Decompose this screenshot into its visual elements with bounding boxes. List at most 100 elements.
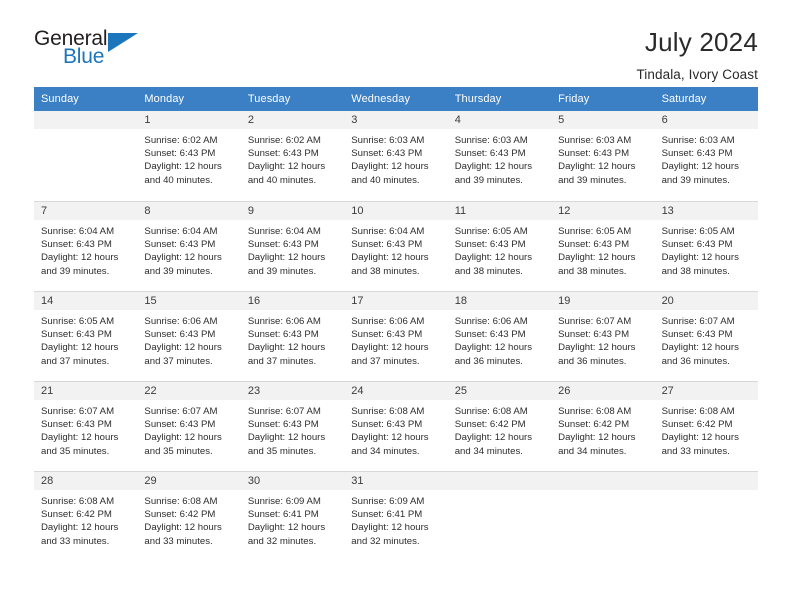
day-cell[interactable]: 22 Sunrise: 6:07 AM Sunset: 6:43 PM Dayl… <box>137 381 241 470</box>
day-cell[interactable]: 31 Sunrise: 6:09 AM Sunset: 6:41 PM Dayl… <box>344 471 448 560</box>
daylight-line2: and 33 minutes. <box>144 535 213 547</box>
daylight-line1: Daylight: 12 hours <box>41 432 119 444</box>
sunrise-text: Sunrise: 6:06 AM <box>144 316 218 327</box>
sunset-text: Sunset: 6:43 PM <box>661 329 733 341</box>
week-row: 14 Sunrise: 6:05 AM Sunset: 6:43 PM Dayl… <box>34 290 758 380</box>
day-number: 11 <box>447 202 552 220</box>
day-cell[interactable]: 7 Sunrise: 6:04 AM Sunset: 6:43 PM Dayli… <box>34 201 138 290</box>
daylight-line1: Daylight: 12 hours <box>247 522 326 534</box>
sunrise-text: Sunrise: 6:07 AM <box>661 316 735 327</box>
daylight-line1: Daylight: 12 hours <box>247 252 326 264</box>
day-cell[interactable]: 11 Sunrise: 6:05 AM Sunset: 6:43 PM Dayl… <box>447 201 552 290</box>
day-details: Sunrise: 6:08 AM Sunset: 6:42 PM Dayligh… <box>448 400 551 458</box>
day-cell[interactable]: 16 Sunrise: 6:06 AM Sunset: 6:43 PM Dayl… <box>240 291 345 380</box>
day-details: Sunrise: 6:09 AM Sunset: 6:41 PM Dayligh… <box>241 490 344 548</box>
day-cell[interactable]: 9 Sunrise: 6:04 AM Sunset: 6:43 PM Dayli… <box>240 201 345 290</box>
day-details: Sunrise: 6:02 AM Sunset: 6:43 PM Dayligh… <box>137 129 240 187</box>
daylight-line1: Daylight: 12 hours <box>41 522 119 534</box>
day-details: Sunrise: 6:07 AM Sunset: 6:43 PM Dayligh… <box>137 400 240 458</box>
daylight-line2: and 34 minutes. <box>454 445 523 457</box>
day-cell <box>34 111 138 200</box>
sunrise-text: Sunrise: 6:07 AM <box>41 406 115 417</box>
sunset-text: Sunset: 6:43 PM <box>351 239 423 251</box>
day-cell[interactable]: 26 Sunrise: 6:08 AM Sunset: 6:42 PM Dayl… <box>551 381 655 470</box>
day-cell[interactable]: 15 Sunrise: 6:06 AM Sunset: 6:43 PM Dayl… <box>137 291 241 380</box>
daylight-line2: and 35 minutes. <box>247 445 317 457</box>
day-cell[interactable]: 4 Sunrise: 6:03 AM Sunset: 6:43 PM Dayli… <box>447 111 552 200</box>
sunrise-text: Sunrise: 6:09 AM <box>351 496 425 507</box>
sunset-text: Sunset: 6:43 PM <box>41 419 112 431</box>
sunset-text: Sunset: 6:43 PM <box>558 239 630 251</box>
day-number: 3 <box>344 111 448 129</box>
daylight-line2: and 40 minutes. <box>144 174 213 186</box>
day-number: 21 <box>34 382 138 400</box>
sunset-text: Sunset: 6:43 PM <box>247 239 319 251</box>
daylight-line2: and 37 minutes. <box>41 355 110 367</box>
sunset-text: Sunset: 6:41 PM <box>351 509 423 521</box>
sunset-text: Sunset: 6:42 PM <box>558 419 630 431</box>
day-details: Sunrise: 6:07 AM Sunset: 6:43 PM Dayligh… <box>655 310 758 368</box>
sunset-text: Sunset: 6:43 PM <box>247 148 319 160</box>
day-cell[interactable]: 14 Sunrise: 6:05 AM Sunset: 6:43 PM Dayl… <box>34 291 138 380</box>
day-details <box>447 490 552 495</box>
day-details: Sunrise: 6:04 AM Sunset: 6:43 PM Dayligh… <box>137 220 240 278</box>
day-number: 24 <box>344 382 448 400</box>
day-number: 25 <box>447 382 552 400</box>
day-cell[interactable]: 21 Sunrise: 6:07 AM Sunset: 6:43 PM Dayl… <box>34 381 138 470</box>
weekday-sunday: Sunday <box>41 93 79 105</box>
day-cell[interactable]: 17 Sunrise: 6:06 AM Sunset: 6:43 PM Dayl… <box>344 291 448 380</box>
day-cell[interactable]: 3 Sunrise: 6:03 AM Sunset: 6:43 PM Dayli… <box>344 111 448 200</box>
day-cell[interactable]: 29 Sunrise: 6:08 AM Sunset: 6:42 PM Dayl… <box>137 471 241 560</box>
day-cell[interactable]: 6 Sunrise: 6:03 AM Sunset: 6:43 PM Dayli… <box>654 111 758 200</box>
title-block: July 2024 Tindala, Ivory Coast <box>636 28 758 82</box>
day-cell[interactable]: 18 Sunrise: 6:06 AM Sunset: 6:43 PM Dayl… <box>447 291 552 380</box>
general-blue-logo[interactable]: General Blue <box>34 28 154 76</box>
sunset-text: Sunset: 6:43 PM <box>454 239 526 251</box>
daylight-line1: Daylight: 12 hours <box>144 522 222 534</box>
day-details: Sunrise: 6:08 AM Sunset: 6:42 PM Dayligh… <box>655 400 758 458</box>
day-details: Sunrise: 6:08 AM Sunset: 6:42 PM Dayligh… <box>551 400 654 458</box>
triangle-icon <box>108 33 138 52</box>
sunset-text: Sunset: 6:43 PM <box>454 329 526 341</box>
day-cell[interactable]: 19 Sunrise: 6:07 AM Sunset: 6:43 PM Dayl… <box>551 291 655 380</box>
day-number: 26 <box>551 382 655 400</box>
sunset-text: Sunset: 6:43 PM <box>661 148 733 160</box>
day-cell[interactable]: 1 Sunrise: 6:02 AM Sunset: 6:43 PM Dayli… <box>137 111 241 200</box>
sunset-text: Sunset: 6:43 PM <box>41 329 112 341</box>
day-number: 14 <box>34 292 138 310</box>
day-cell[interactable]: 30 Sunrise: 6:09 AM Sunset: 6:41 PM Dayl… <box>240 471 345 560</box>
daylight-line2: and 32 minutes. <box>351 535 420 547</box>
daylight-line2: and 37 minutes. <box>144 355 213 367</box>
day-details: Sunrise: 6:09 AM Sunset: 6:41 PM Dayligh… <box>344 490 447 548</box>
sunset-text: Sunset: 6:43 PM <box>558 329 630 341</box>
day-details: Sunrise: 6:03 AM Sunset: 6:43 PM Dayligh… <box>344 129 447 187</box>
daylight-line2: and 40 minutes. <box>247 174 317 186</box>
daylight-line1: Daylight: 12 hours <box>454 432 533 444</box>
day-cell[interactable]: 13 Sunrise: 6:05 AM Sunset: 6:43 PM Dayl… <box>654 201 758 290</box>
sunrise-text: Sunrise: 6:05 AM <box>454 226 528 237</box>
day-cell[interactable]: 10 Sunrise: 6:04 AM Sunset: 6:43 PM Dayl… <box>344 201 448 290</box>
daylight-line1: Daylight: 12 hours <box>41 252 119 264</box>
day-cell[interactable]: 2 Sunrise: 6:02 AM Sunset: 6:43 PM Dayli… <box>240 111 345 200</box>
day-cell[interactable]: 25 Sunrise: 6:08 AM Sunset: 6:42 PM Dayl… <box>447 381 552 470</box>
daylight-line2: and 37 minutes. <box>247 355 317 367</box>
day-cell[interactable]: 23 Sunrise: 6:07 AM Sunset: 6:43 PM Dayl… <box>240 381 345 470</box>
day-cell[interactable]: 20 Sunrise: 6:07 AM Sunset: 6:43 PM Dayl… <box>654 291 758 380</box>
sunrise-text: Sunrise: 6:07 AM <box>144 406 218 417</box>
day-cell[interactable]: 28 Sunrise: 6:08 AM Sunset: 6:42 PM Dayl… <box>34 471 138 560</box>
day-details: Sunrise: 6:02 AM Sunset: 6:43 PM Dayligh… <box>241 129 344 187</box>
sunset-text: Sunset: 6:43 PM <box>558 148 630 160</box>
day-cell[interactable]: 24 Sunrise: 6:08 AM Sunset: 6:43 PM Dayl… <box>344 381 448 470</box>
daylight-line2: and 36 minutes. <box>558 355 627 367</box>
daylight-line2: and 35 minutes. <box>41 445 110 457</box>
day-cell[interactable]: 27 Sunrise: 6:08 AM Sunset: 6:42 PM Dayl… <box>654 381 758 470</box>
sunrise-text: Sunrise: 6:08 AM <box>661 406 735 417</box>
day-details: Sunrise: 6:04 AM Sunset: 6:43 PM Dayligh… <box>34 220 137 278</box>
day-details: Sunrise: 6:03 AM Sunset: 6:43 PM Dayligh… <box>551 129 654 187</box>
sunset-text: Sunset: 6:43 PM <box>661 239 733 251</box>
day-cell[interactable]: 12 Sunrise: 6:05 AM Sunset: 6:43 PM Dayl… <box>551 201 655 290</box>
day-details: Sunrise: 6:07 AM Sunset: 6:43 PM Dayligh… <box>34 400 137 458</box>
day-cell[interactable]: 5 Sunrise: 6:03 AM Sunset: 6:43 PM Dayli… <box>551 111 655 200</box>
day-cell[interactable]: 8 Sunrise: 6:04 AM Sunset: 6:43 PM Dayli… <box>137 201 241 290</box>
day-number: 29 <box>137 472 241 490</box>
